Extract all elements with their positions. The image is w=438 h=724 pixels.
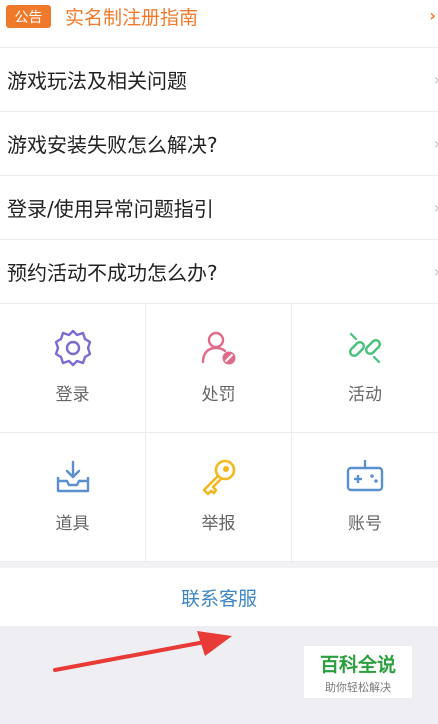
category-label: 举报 (201, 514, 236, 534)
category-penalty[interactable]: 处罚 (146, 304, 292, 433)
contact-support-label: 联系客服 (180, 587, 257, 610)
key-icon (202, 459, 235, 496)
watermark-logo: 百科全说 助你轻松解决 (303, 645, 413, 699)
inbox-icon (56, 460, 89, 493)
category-label: 道具 (55, 514, 90, 534)
chevron-right-icon: › (434, 262, 438, 281)
gamepad-icon (346, 459, 384, 492)
faq-item[interactable]: 游戏玩法及相关问题 › (0, 48, 438, 112)
category-label: 处罚 (201, 385, 236, 405)
notice-badge: 公告 (6, 5, 51, 28)
user-ban-icon (201, 331, 235, 365)
category-label: 登录 (55, 385, 90, 405)
chevron-right-icon: › (434, 70, 438, 89)
category-report[interactable]: 举报 (146, 433, 292, 562)
link-icon (348, 332, 382, 364)
faq-item[interactable]: 游戏安装失败怎么解决? › (0, 112, 438, 176)
faq-item[interactable]: 预约活动不成功怎么办? › (0, 240, 438, 304)
faq-label: 登录/使用异常问题指引 (7, 197, 214, 221)
category-label: 账号 (348, 514, 382, 534)
category-login[interactable]: 登录 (0, 304, 146, 433)
watermark-title: 百科全说 (319, 653, 396, 676)
faq-label: 预约活动不成功怎么办? (7, 261, 218, 285)
notice-bar[interactable]: 公告 实名制注册指南 › (0, 0, 438, 48)
chevron-right-icon: › (434, 198, 438, 217)
watermark-subtitle: 助你轻松解决 (325, 680, 391, 694)
chevron-right-icon: › (429, 6, 436, 25)
faq-label: 游戏安装失败怎么解决? (7, 133, 218, 157)
notice-title[interactable]: 实名制注册指南 (65, 3, 198, 30)
category-grid: 登录 处罚 活动 道具 举报 账号 (0, 304, 438, 562)
category-items[interactable]: 道具 (0, 433, 146, 562)
chevron-right-icon: › (434, 134, 438, 153)
category-activity[interactable]: 活动 (292, 304, 438, 433)
category-label: 活动 (348, 385, 382, 405)
faq-label: 游戏玩法及相关问题 (7, 69, 187, 93)
category-account[interactable]: 账号 (292, 433, 438, 562)
contact-support-button[interactable]: 联系客服 (0, 568, 438, 626)
gear-icon (54, 329, 91, 367)
faq-item[interactable]: 登录/使用异常问题指引 › (0, 176, 438, 240)
